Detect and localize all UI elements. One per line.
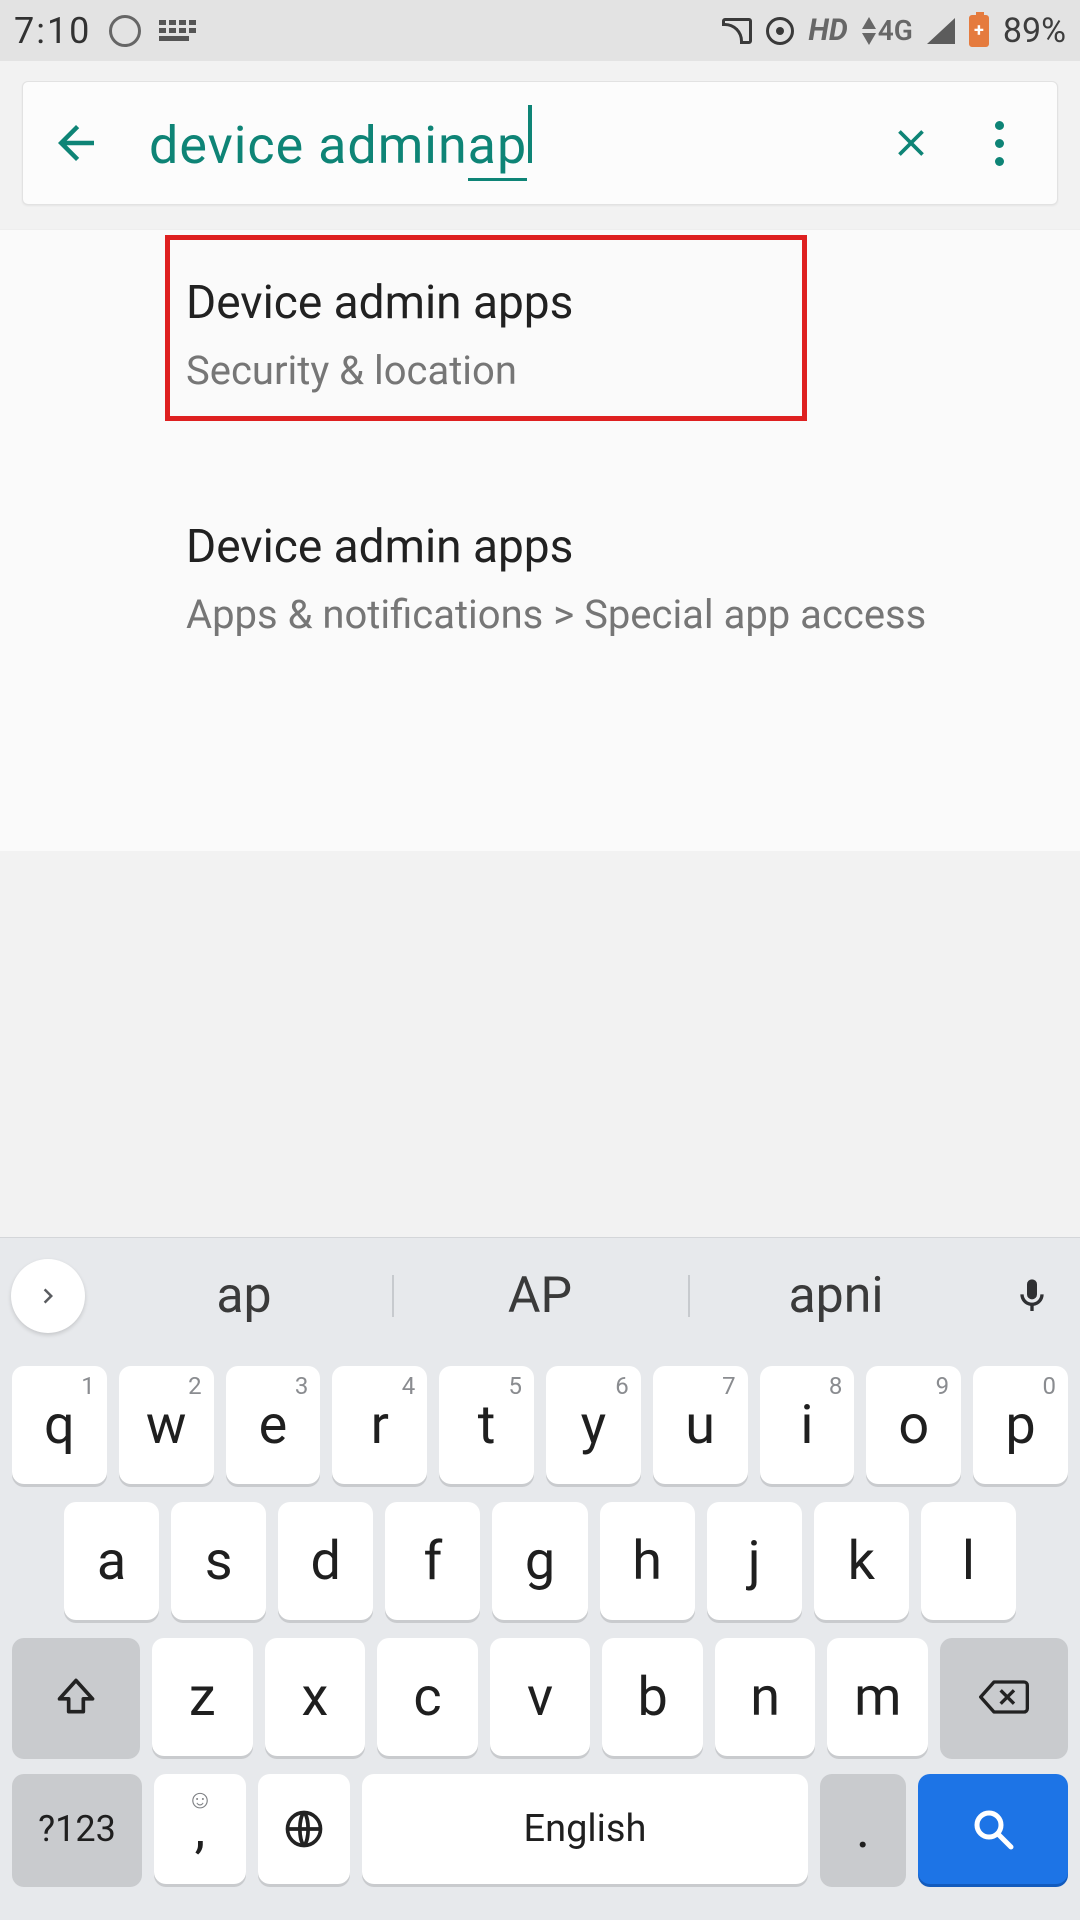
search-input[interactable]: device admin ap — [111, 105, 863, 181]
backspace-icon — [977, 1677, 1031, 1717]
battery-percent: 89% — [1003, 11, 1066, 51]
result-title: Device admin apps — [186, 276, 806, 330]
soft-keyboard: ap AP apni q1w2e3r4t5y6u7i8o9p0 asdfghjk… — [0, 1237, 1080, 1920]
key-a[interactable]: a — [64, 1502, 159, 1620]
key-r[interactable]: r4 — [332, 1366, 427, 1484]
key-c[interactable]: c — [377, 1638, 478, 1756]
key-z[interactable]: z — [152, 1638, 253, 1756]
more-vert-icon — [995, 121, 1004, 166]
search-bar: device admin ap — [22, 81, 1058, 205]
voice-input-button[interactable] — [984, 1272, 1080, 1320]
hd-indicator: HD — [808, 13, 847, 48]
suggestion-item[interactable]: AP — [392, 1267, 688, 1325]
result-title: Device admin apps — [186, 520, 1080, 574]
search-results: Device admin apps Security & location De… — [0, 229, 1080, 851]
search-icon — [969, 1805, 1017, 1853]
result-subtitle: Apps & notifications > Special app acces… — [186, 588, 1080, 642]
key-i[interactable]: i8 — [760, 1366, 855, 1484]
back-button[interactable] — [41, 116, 111, 170]
key-g[interactable]: g — [492, 1502, 587, 1620]
hotspot-icon — [766, 17, 794, 45]
status-time: 7:10 — [14, 10, 91, 52]
expand-suggestions-button[interactable] — [0, 1259, 96, 1333]
more-options-button[interactable] — [959, 121, 1039, 166]
key-w[interactable]: w2 — [119, 1366, 214, 1484]
period-key[interactable]: . — [820, 1774, 906, 1884]
key-e[interactable]: e3 — [226, 1366, 321, 1484]
key-x[interactable]: x — [265, 1638, 366, 1756]
emoji-hint-icon: ☺ — [187, 1784, 214, 1815]
backspace-key[interactable] — [940, 1638, 1068, 1756]
clear-search-button[interactable] — [863, 121, 959, 165]
key-p[interactable]: p0 — [973, 1366, 1068, 1484]
symbols-key[interactable]: ?123 — [12, 1774, 142, 1884]
key-l[interactable]: l — [921, 1502, 1016, 1620]
search-result-item[interactable]: Device admin apps Apps & notifications >… — [0, 492, 1080, 676]
globe-icon — [282, 1807, 326, 1851]
search-enter-key[interactable] — [918, 1774, 1068, 1884]
key-b[interactable]: b — [602, 1638, 703, 1756]
search-text-composing: ap — [468, 115, 527, 181]
key-j[interactable]: j — [707, 1502, 802, 1620]
key-n[interactable]: n — [715, 1638, 816, 1756]
language-switch-key[interactable] — [258, 1774, 350, 1884]
key-y[interactable]: y6 — [546, 1366, 641, 1484]
cast-icon — [722, 18, 752, 44]
key-h[interactable]: h — [600, 1502, 695, 1620]
suggestion-item[interactable]: apni — [688, 1267, 984, 1325]
key-q[interactable]: q1 — [12, 1366, 107, 1484]
keyboard-indicator-icon — [159, 20, 196, 41]
mobile-data-indicator: 4G — [862, 14, 913, 47]
key-f[interactable]: f — [385, 1502, 480, 1620]
key-s[interactable]: s — [171, 1502, 266, 1620]
status-circle-icon — [109, 15, 141, 47]
text-cursor — [528, 105, 532, 163]
shift-key[interactable] — [12, 1638, 140, 1756]
shift-icon — [54, 1675, 98, 1719]
comma-key[interactable]: ☺ , — [154, 1774, 246, 1884]
status-bar: 7:10 HD 4G 89% — [0, 0, 1080, 61]
signal-icon — [927, 18, 955, 44]
key-v[interactable]: v — [490, 1638, 591, 1756]
battery-icon — [969, 15, 989, 47]
search-text-prefix: device admin — [149, 115, 468, 176]
key-d[interactable]: d — [278, 1502, 373, 1620]
key-t[interactable]: t5 — [439, 1366, 534, 1484]
space-key[interactable]: English — [362, 1774, 808, 1884]
microphone-icon — [1012, 1272, 1052, 1320]
key-k[interactable]: k — [814, 1502, 909, 1620]
suggestion-bar: ap AP apni — [0, 1238, 1080, 1354]
search-result-item[interactable]: Device admin apps Security & location — [166, 236, 806, 420]
key-u[interactable]: u7 — [653, 1366, 748, 1484]
key-o[interactable]: o9 — [866, 1366, 961, 1484]
result-subtitle: Security & location — [186, 344, 806, 398]
chevron-right-icon — [33, 1281, 63, 1311]
suggestion-item[interactable]: ap — [96, 1267, 392, 1325]
key-m[interactable]: m — [827, 1638, 928, 1756]
